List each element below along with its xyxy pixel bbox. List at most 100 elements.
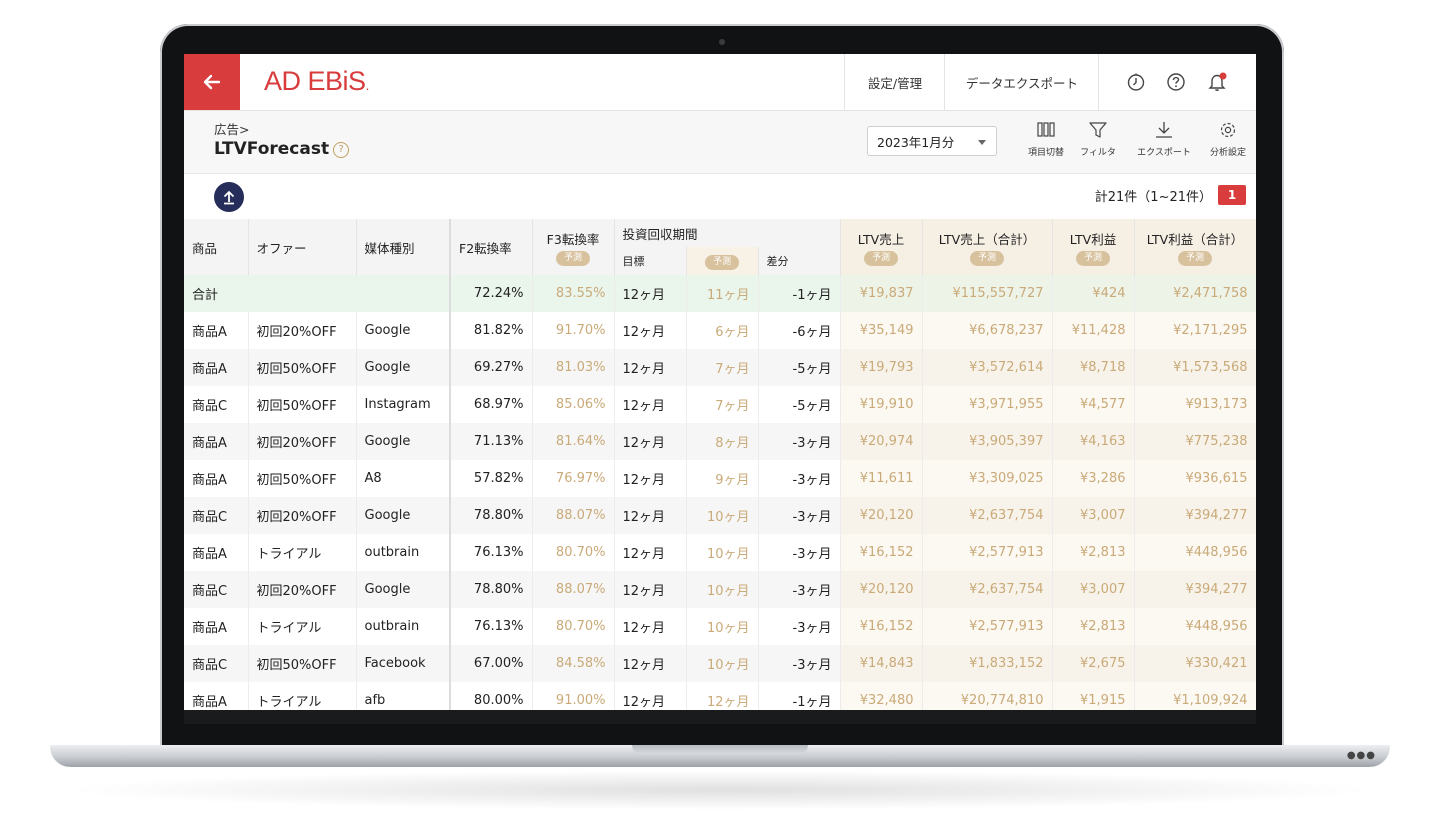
cell-target: 12ヶ月: [614, 312, 687, 349]
table-row[interactable]: 商品C 初回50%OFF Instagram 68.97% 85.06% 12ヶ月 7ヶ月 -…: [184, 386, 1256, 423]
cell-diff: -1ヶ月: [758, 275, 841, 312]
cell-ltv-sales-total: ¥3,572,614: [922, 349, 1053, 386]
table-row[interactable]: 商品C 初回20%OFF Google 78.80% 88.07% 12ヶ月 10ヶ月 -3ヶ…: [184, 497, 1256, 534]
cell-product: 商品A: [184, 312, 249, 349]
cell-diff: -3ヶ月: [758, 423, 841, 460]
download-icon: [1156, 122, 1172, 138]
nav-data-export[interactable]: データエクスポート: [944, 54, 1099, 110]
cell-ltv-sales-total: ¥6,678,237: [922, 312, 1053, 349]
logo-dot: .: [365, 77, 370, 93]
cell-payback-forecast: 7ヶ月: [686, 349, 759, 386]
cell-payback-forecast: 10ヶ月: [686, 497, 759, 534]
cell-ltv-sales-total: ¥115,557,727: [922, 275, 1053, 312]
cell-ltv-sales-total: ¥2,577,913: [922, 608, 1053, 645]
table-row[interactable]: 商品A 初回20%OFF Google 71.13% 81.64% 12ヶ月 8ヶ月 -3ヶ月…: [184, 423, 1256, 460]
table-row[interactable]: 商品A 初回50%OFF Google 69.27% 81.03% 12ヶ月 7ヶ月 -5ヶ月…: [184, 349, 1256, 386]
cell-f2: 78.80%: [449, 571, 533, 608]
cell-ltv-profit-total: ¥936,615: [1134, 460, 1256, 497]
filter-button[interactable]: フィルタ: [1068, 121, 1128, 158]
nav-settings[interactable]: 設定/管理: [844, 54, 945, 110]
cell-target: 12ヶ月: [614, 682, 687, 710]
table-row[interactable]: 商品A トライアル afb 80.00% 91.00% 12ヶ月 12ヶ月 -1ヶ月 ¥32,4…: [184, 682, 1256, 710]
col-header-f2[interactable]: F2転換率: [449, 219, 533, 275]
col-header-ltv-profit[interactable]: LTV利益 予測: [1052, 219, 1135, 275]
cell-ltv-sales-total: ¥3,971,955: [922, 386, 1053, 423]
col-header-ltv-profit-total[interactable]: LTV利益（合計） 予測: [1134, 219, 1256, 275]
cell-f2: 76.13%: [449, 534, 533, 571]
forecast-pill: 予測: [863, 250, 898, 266]
cell-offer: 初回20%OFF: [248, 423, 357, 460]
export-label: エクスポート: [1137, 148, 1191, 158]
cell-product: 商品C: [184, 571, 249, 608]
cell-f2: 57.82%: [449, 460, 533, 497]
cell-target: 12ヶ月: [614, 460, 687, 497]
cell-ltv-sales: ¥32,480: [840, 682, 923, 710]
cell-diff: -3ヶ月: [758, 460, 841, 497]
col-header-ltv-sales-total[interactable]: LTV売上（合計） 予測: [922, 219, 1053, 275]
cell-payback-forecast: 6ヶ月: [686, 312, 759, 349]
col-header-diff[interactable]: 差分: [758, 247, 841, 275]
history-icon[interactable]: [1124, 70, 1148, 94]
cell-ltv-profit-total: ¥913,173: [1134, 386, 1256, 423]
col-header-offer[interactable]: オファー: [248, 219, 357, 275]
col-header-payback-forecast[interactable]: 予測: [686, 247, 759, 275]
export-button[interactable]: エクスポート: [1134, 121, 1194, 158]
table-row[interactable]: 商品A 初回50%OFF A8 57.82% 76.97% 12ヶ月 9ヶ月 -3ヶ月 ¥11,…: [184, 460, 1256, 497]
forecast-pill: 予測: [969, 250, 1004, 266]
cell-ltv-sales-total: ¥2,577,913: [922, 534, 1053, 571]
cell-offer: トライアル: [248, 534, 357, 571]
breadcrumb[interactable]: 広告>: [214, 119, 249, 138]
cell-ltv-profit: ¥2,675: [1052, 645, 1135, 682]
back-button[interactable]: [184, 54, 240, 110]
period-select[interactable]: 2023年1月分: [867, 126, 997, 156]
columns-icon: [1037, 122, 1055, 137]
col-header-target[interactable]: 目標: [614, 247, 687, 275]
column-toggle-button[interactable]: 項目切替: [1016, 121, 1076, 158]
cell-f2: 67.00%: [449, 645, 533, 682]
analysis-settings-button[interactable]: 分析設定: [1198, 121, 1256, 158]
pagination-current[interactable]: 1: [1218, 185, 1246, 205]
notification-bell-icon[interactable]: [1206, 70, 1230, 94]
cell-payback-forecast: 9ヶ月: [686, 460, 759, 497]
page-title: LTVForecast?: [214, 139, 350, 159]
cell-diff: -3ヶ月: [758, 608, 841, 645]
cell-product: 商品A: [184, 460, 249, 497]
cell-offer: 初回20%OFF: [248, 497, 357, 534]
col-header-media[interactable]: 媒体種別: [356, 219, 451, 275]
page-subheader: 広告> LTVForecast? 2023年1月分 項目切替 フィルタ エクスポ…: [184, 111, 1256, 174]
col-header-product[interactable]: 商品: [184, 219, 249, 275]
cell-target: 12ヶ月: [614, 386, 687, 423]
help-icon[interactable]: [1164, 70, 1188, 94]
cell-ltv-profit-total: ¥394,277: [1134, 571, 1256, 608]
cell-ltv-sales: ¥20,120: [840, 497, 923, 534]
cell-ltv-profit: ¥3,007: [1052, 571, 1135, 608]
cell-offer: 初回50%OFF: [248, 386, 357, 423]
cell-offer: 初回20%OFF: [248, 571, 357, 608]
col-header-ltv-sales[interactable]: LTV売上 予測: [840, 219, 923, 275]
cell-offer: 初回50%OFF: [248, 349, 357, 386]
table-row[interactable]: 商品A トライアル outbrain 76.13% 80.70% 12ヶ月 10ヶ月 -3ヶ月…: [184, 608, 1256, 645]
cell-ltv-sales-total: ¥1,833,152: [922, 645, 1053, 682]
cell-ltv-sales: ¥16,152: [840, 534, 923, 571]
column-toggle-label: 項目切替: [1027, 148, 1064, 158]
cell-diff: -5ヶ月: [758, 386, 841, 423]
cell-ltv-profit-total: ¥1,573,568: [1134, 349, 1256, 386]
help-circle-icon[interactable]: ?: [333, 142, 350, 158]
record-count: 計21件（1~21件）: [1094, 190, 1212, 205]
upload-button[interactable]: [214, 182, 244, 212]
chevron-down-icon: [978, 140, 986, 145]
table-row[interactable]: 商品A 初回20%OFF Google 81.82% 91.70% 12ヶ月 6ヶ月 -6ヶ月…: [184, 312, 1256, 349]
cell-payback-forecast: 10ヶ月: [686, 608, 759, 645]
col-header-f3[interactable]: F3転換率 予測: [532, 219, 615, 275]
table-row[interactable]: 商品C 初回20%OFF Google 78.80% 88.07% 12ヶ月 10ヶ月 -3ヶ…: [184, 571, 1256, 608]
cell-product: 商品C: [184, 497, 249, 534]
laptop-shadow: [60, 770, 1380, 810]
cell-media: Google: [356, 349, 451, 386]
cell-product: 商品A: [184, 682, 249, 710]
table-row[interactable]: 商品A トライアル outbrain 76.13% 80.70% 12ヶ月 10ヶ月 -3ヶ月…: [184, 534, 1256, 571]
col-header-payback[interactable]: 投資回収期間: [614, 219, 841, 247]
cell-f3: 76.97%: [532, 460, 615, 497]
table-row[interactable]: 商品C 初回50%OFF Facebook 67.00% 84.58% 12ヶ月 10ヶ月 -…: [184, 645, 1256, 682]
cell-ltv-profit: ¥3,286: [1052, 460, 1135, 497]
adebis-logo[interactable]: AD EBiS.: [264, 66, 370, 97]
